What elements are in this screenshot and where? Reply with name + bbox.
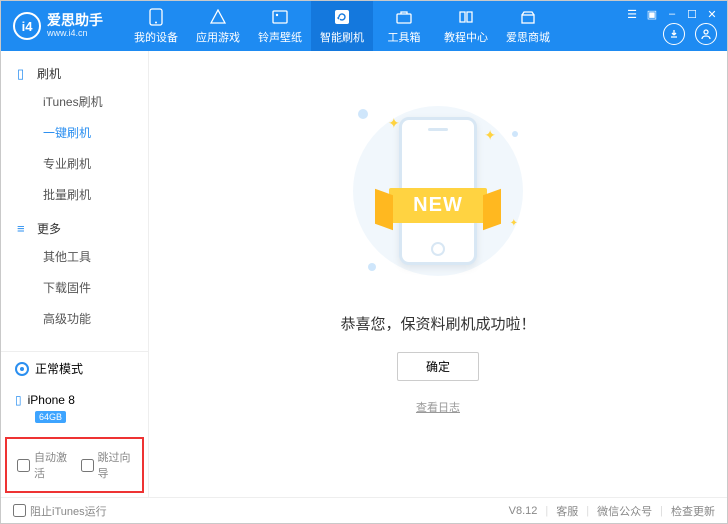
star-icon: ✦: [484, 127, 496, 144]
list-icon: ≡: [17, 221, 31, 236]
user-icon[interactable]: [695, 23, 717, 45]
book-icon: [457, 8, 475, 26]
sidebar-item-other-tools[interactable]: 其他工具: [1, 241, 148, 272]
checkbox-label: 跳过向导: [98, 449, 133, 481]
footer-link-wechat[interactable]: 微信公众号: [597, 503, 652, 519]
phone-icon: ▯: [17, 66, 31, 82]
download-icon[interactable]: [663, 23, 685, 45]
logo-icon: i4: [13, 12, 41, 40]
app-name: 爱思助手: [47, 13, 103, 28]
refresh-icon: [333, 8, 351, 26]
view-log-link[interactable]: 查看日志: [416, 399, 460, 415]
sidebar-group-flash: ▯ 刷机: [1, 61, 148, 86]
device-icon: [147, 8, 165, 26]
sidebar-item-batch-flash[interactable]: 批量刷机: [1, 179, 148, 210]
version-label: V8.12: [509, 505, 538, 517]
group-title: 更多: [37, 220, 61, 237]
sidebar-item-pro-flash[interactable]: 专业刷机: [1, 148, 148, 179]
nav-my-device[interactable]: 我的设备: [125, 1, 187, 51]
main-content: ✦ ✦ ✦ NEW 恭喜您，保资料刷机成功啦！ 确定 查看日志: [149, 51, 727, 497]
success-message: 恭喜您，保资料刷机成功啦！: [340, 313, 535, 334]
nav-label: 我的设备: [134, 29, 178, 45]
nav-store[interactable]: 爱思商城: [497, 1, 559, 51]
new-ribbon: NEW: [358, 180, 518, 230]
mode-dot-icon: [15, 362, 29, 376]
checkbox-label: 自动激活: [34, 449, 69, 481]
footer-link-support[interactable]: 客服: [556, 503, 578, 519]
phone-small-icon: ▯: [15, 393, 22, 407]
nav-flash[interactable]: 智能刷机: [311, 1, 373, 51]
nav-label: 工具箱: [388, 29, 421, 45]
nav-label: 铃声壁纸: [258, 29, 302, 45]
top-nav: 我的设备 应用游戏 铃声壁纸 智能刷机 工具箱 教程中心: [125, 1, 559, 51]
checkbox-input[interactable]: [17, 459, 30, 472]
status-bar: 阻止iTunes运行 V8.12 | 客服 | 微信公众号 | 检查更新: [1, 497, 727, 523]
app-url: www.i4.cn: [47, 29, 103, 39]
block-itunes-checkbox[interactable]: 阻止iTunes运行: [13, 503, 107, 519]
close-icon[interactable]: ✕: [705, 7, 719, 21]
flash-options-highlight: 自动激活 跳过向导: [5, 437, 144, 493]
success-illustration: ✦ ✦ ✦ NEW: [328, 91, 548, 291]
ribbon-text: NEW: [389, 188, 487, 223]
nav-tutorials[interactable]: 教程中心: [435, 1, 497, 51]
window-controls: ☰ ▣ – ☐ ✕: [625, 7, 719, 21]
storage-badge: 64GB: [35, 411, 66, 423]
nav-label: 教程中心: [444, 29, 488, 45]
menu-icon[interactable]: ☰: [625, 7, 639, 21]
device-info[interactable]: ▯ iPhone 8 64GB: [1, 385, 148, 433]
nav-label: 爱思商城: [506, 29, 550, 45]
auto-activate-checkbox[interactable]: 自动激活: [17, 449, 69, 481]
logo[interactable]: i4 爱思助手 www.i4.cn: [1, 12, 115, 40]
store-icon: [519, 8, 537, 26]
minimize-icon[interactable]: –: [665, 7, 679, 21]
nav-label: 智能刷机: [320, 29, 364, 45]
maximize-icon[interactable]: ☐: [685, 7, 699, 21]
sidebar-item-download-firmware[interactable]: 下载固件: [1, 272, 148, 303]
skin-icon[interactable]: ▣: [645, 7, 659, 21]
nav-toolbox[interactable]: 工具箱: [373, 1, 435, 51]
skip-guide-checkbox[interactable]: 跳过向导: [81, 449, 133, 481]
device-mode[interactable]: 正常模式: [1, 352, 148, 385]
ok-button[interactable]: 确定: [397, 352, 479, 381]
sidebar: ▯ 刷机 iTunes刷机 一键刷机 专业刷机 批量刷机 ≡ 更多 其他工具 下…: [1, 51, 149, 497]
checkbox-input[interactable]: [81, 459, 94, 472]
image-icon: [271, 8, 289, 26]
sidebar-item-itunes-flash[interactable]: iTunes刷机: [1, 86, 148, 117]
footer-link-update[interactable]: 检查更新: [671, 503, 715, 519]
nav-apps[interactable]: 应用游戏: [187, 1, 249, 51]
checkbox-input[interactable]: [13, 504, 26, 517]
apps-icon: [209, 8, 227, 26]
sidebar-item-advanced[interactable]: 高级功能: [1, 303, 148, 334]
star-icon: ✦: [388, 115, 400, 132]
nav-label: 应用游戏: [196, 29, 240, 45]
toolbox-icon: [395, 8, 413, 26]
device-name: iPhone 8: [28, 393, 75, 407]
checkbox-label: 阻止iTunes运行: [30, 503, 107, 519]
sidebar-group-more: ≡ 更多: [1, 216, 148, 241]
nav-ringtones[interactable]: 铃声壁纸: [249, 1, 311, 51]
sidebar-item-oneclick-flash[interactable]: 一键刷机: [1, 117, 148, 148]
group-title: 刷机: [37, 65, 61, 82]
header: i4 爱思助手 www.i4.cn 我的设备 应用游戏 铃声壁纸 智能刷机: [1, 1, 727, 51]
mode-label: 正常模式: [35, 360, 83, 377]
